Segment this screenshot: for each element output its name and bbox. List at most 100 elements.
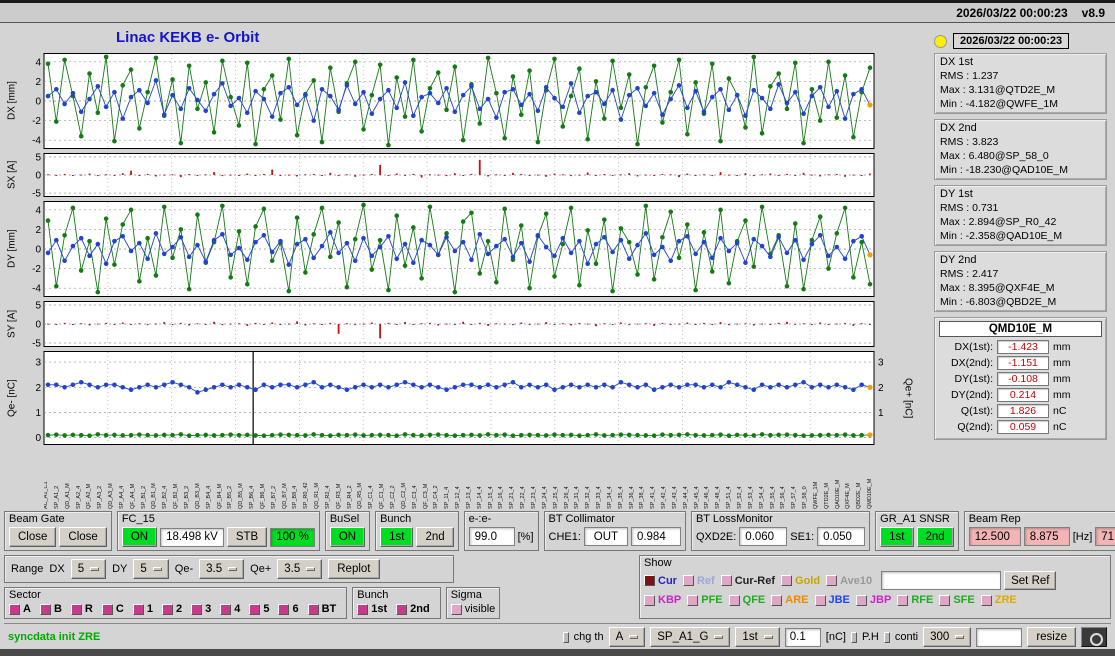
- device-name-label: SP_B3_2: [185, 449, 191, 509]
- device-name-label: SP_24_4: [543, 449, 549, 509]
- group-title: Bunch: [380, 513, 454, 525]
- fc15-stb-button[interactable]: STB: [227, 527, 267, 547]
- data-timestamp: 2026/03/22 00:00:23: [953, 33, 1069, 49]
- ph-checkbox[interactable]: [851, 632, 857, 643]
- readout-unit: nC: [1053, 421, 1066, 433]
- threshold-input[interactable]: [785, 628, 821, 647]
- sector-3-checkbox[interactable]: [191, 604, 202, 615]
- dy-orbit-plot: 420-2-4: [20, 201, 900, 297]
- device-name-label: SP_B7_2: [272, 449, 278, 509]
- show-qfe-checkbox[interactable]: [729, 595, 740, 606]
- device-name-label: SP_25_4: [554, 449, 560, 509]
- group-title: Bunch: [357, 589, 435, 601]
- ref-filename-input[interactable]: [881, 571, 1001, 590]
- stat-min: Min : -4.182@QWFE_1M: [940, 97, 1101, 111]
- sector-select[interactable]: A: [609, 627, 646, 647]
- show-jbe-label: JBE: [829, 594, 850, 606]
- stat-min: Min : -6.803@QBD2E_M: [940, 295, 1101, 309]
- device-name-label: SP_23_4: [532, 449, 538, 509]
- show-cur-checkbox[interactable]: [644, 575, 655, 586]
- show-pfe-checkbox[interactable]: [687, 595, 698, 606]
- sector-6-checkbox[interactable]: [278, 604, 289, 615]
- bunch-filter-1st-checkbox[interactable]: [357, 604, 368, 615]
- sector-c-checkbox[interactable]: [102, 604, 113, 615]
- qe-plus-axis-label: Qe+ [nC]: [900, 351, 916, 445]
- show-ave10-checkbox[interactable]: [826, 575, 837, 586]
- range-qe-minus-select[interactable]: 3.5: [199, 559, 244, 579]
- ee-ratio-readout: 99.0: [469, 527, 515, 546]
- readout-label: DY(2nd):: [939, 389, 993, 401]
- show-jbe-checkbox[interactable]: [815, 595, 826, 606]
- show-zre-checkbox[interactable]: [981, 595, 992, 606]
- sector-5-checkbox[interactable]: [249, 604, 260, 615]
- beam-gate-close-2-button[interactable]: Close: [59, 527, 106, 547]
- beam-gate-close-1-button[interactable]: Close: [9, 527, 56, 547]
- bunch-filter-2nd-checkbox[interactable]: [396, 604, 407, 615]
- stats-sidebar: 2026/03/22 00:00:23 DX 1st RMS : 1.237 M…: [932, 23, 1111, 509]
- sector-2-checkbox[interactable]: [162, 604, 173, 615]
- sector-bt-checkbox[interactable]: [308, 604, 319, 615]
- resize-button[interactable]: resize: [1027, 627, 1076, 647]
- show-are-checkbox[interactable]: [771, 595, 782, 606]
- fc15-on-button[interactable]: ON: [122, 527, 157, 547]
- device-name-label: SP_A3_2: [98, 449, 104, 509]
- sector-r-checkbox[interactable]: [71, 604, 82, 615]
- readout-unit: mm: [1053, 341, 1071, 353]
- device-name-label: SP_B5_2: [228, 449, 234, 509]
- sector-1-checkbox[interactable]: [133, 604, 144, 615]
- show-kbp-checkbox[interactable]: [644, 595, 655, 606]
- camera-icon[interactable]: [1081, 627, 1107, 647]
- sector-group: Sector ABRC123456BT: [4, 587, 347, 619]
- bt-collimator-group: BT Collimator CHE1: OUT 0.984: [544, 511, 686, 551]
- device-name-label: QD_A1_M: [66, 449, 72, 509]
- show-sfe-checkbox[interactable]: [939, 595, 950, 606]
- fc15-group: FC_15 ON 18.498 kV STB 100 %: [117, 511, 320, 551]
- show-jbp-checkbox[interactable]: [856, 595, 867, 606]
- stat-box-dx-2nd: DX 2nd RMS : 3.823 Max : 6.480@SP_58_0 M…: [934, 119, 1107, 180]
- device-select[interactable]: SP_A1_G: [650, 627, 730, 647]
- show-rfe-checkbox[interactable]: [897, 595, 908, 606]
- sigma-visible-checkbox[interactable]: [451, 604, 462, 615]
- device-name-label: SP_21_4: [510, 449, 516, 509]
- bunch-select[interactable]: 1st: [735, 627, 779, 647]
- bunch-filter-1st-label: 1st: [371, 603, 387, 615]
- menu-indicator: [714, 635, 723, 639]
- range-dy-select[interactable]: 5: [133, 559, 168, 579]
- show-gold-checkbox[interactable]: [781, 575, 792, 586]
- stat-rms: RMS : 3.823: [940, 135, 1101, 149]
- device-name-label: QAD10E_M: [836, 449, 842, 509]
- stat-max: Max : 3.131@QTD2E_M: [940, 83, 1101, 97]
- device-name-label: SP_12_4: [456, 449, 462, 509]
- range-qe-plus-select[interactable]: 3.5: [277, 559, 322, 579]
- extra-input[interactable]: [976, 628, 1022, 647]
- chg-th-checkbox[interactable]: [563, 632, 569, 643]
- device-name-label: QF_R3_M: [337, 449, 343, 509]
- range-dy-label: DY: [112, 563, 127, 575]
- replot-button[interactable]: Replot: [328, 559, 379, 579]
- sector-a-checkbox[interactable]: [9, 604, 20, 615]
- set-ref-button[interactable]: Set Ref: [1004, 571, 1056, 590]
- gr-2nd-button[interactable]: 2nd: [917, 527, 954, 547]
- group-title: Show: [644, 557, 1106, 569]
- busel-on-button[interactable]: ON: [330, 527, 365, 547]
- sector-b-checkbox[interactable]: [40, 604, 51, 615]
- device-name-label: SP_46_4: [705, 449, 711, 509]
- menu-indicator: [764, 635, 773, 639]
- bunch-2nd-button[interactable]: 2nd: [416, 527, 453, 547]
- interval-select[interactable]: 300: [923, 627, 971, 647]
- device-name-label: SP_C1_4: [369, 449, 375, 509]
- sector-3-item: 3: [191, 603, 211, 615]
- conti-checkbox[interactable]: [884, 632, 890, 643]
- device-name-label: QF_A4_M: [131, 449, 137, 509]
- threshold-unit: [nC]: [826, 631, 846, 643]
- bunch-1st-button[interactable]: 1st: [380, 527, 413, 547]
- range-dx-select[interactable]: 5: [71, 559, 106, 579]
- device-name-label: QF_B2_M: [174, 449, 180, 509]
- device-name-label: SP_32_4: [586, 449, 592, 509]
- gr-1st-button[interactable]: 1st: [880, 527, 913, 547]
- sector-4-checkbox[interactable]: [220, 604, 231, 615]
- show-cur-ref-checkbox[interactable]: [721, 575, 732, 586]
- show-ref-checkbox[interactable]: [683, 575, 694, 586]
- show-are-item: ARE: [771, 594, 808, 606]
- svg-text:-2: -2: [32, 116, 41, 127]
